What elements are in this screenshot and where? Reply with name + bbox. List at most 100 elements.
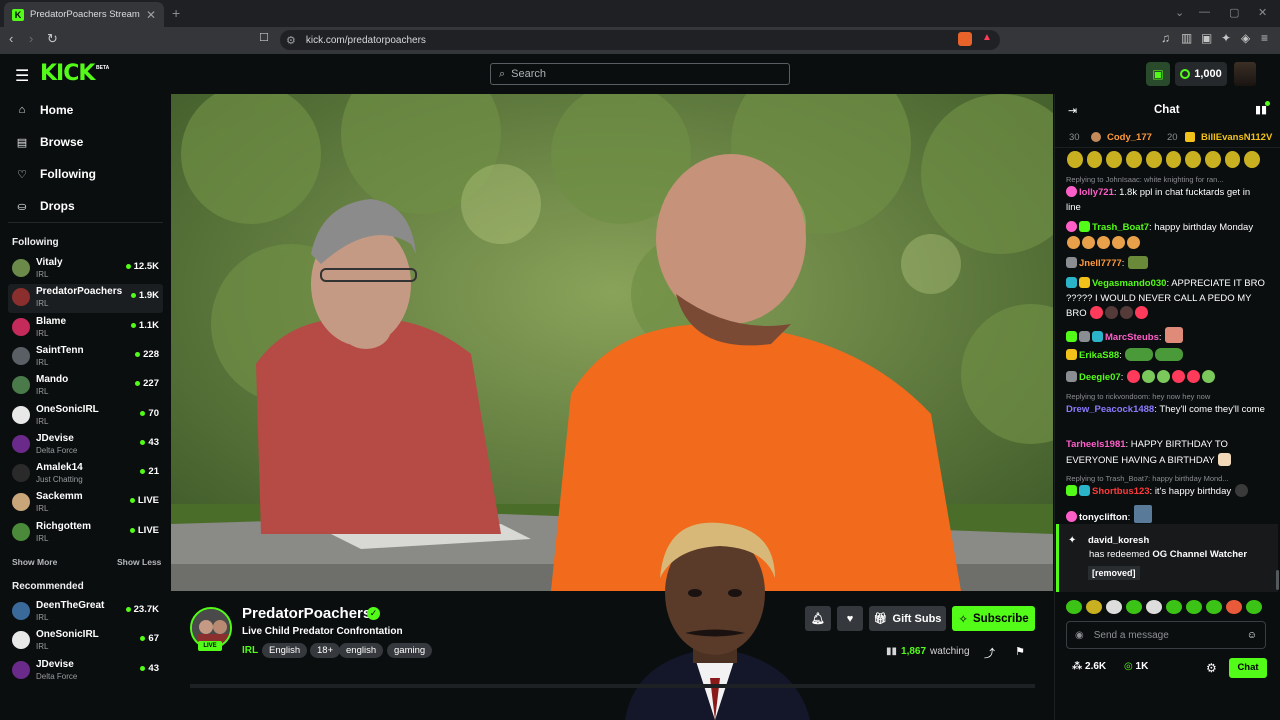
chat-username[interactable]: ErikaS88 [1079, 350, 1119, 361]
channel-item[interactable]: Sackemm IRL LIVE [8, 489, 163, 518]
emote-icon [1224, 151, 1241, 168]
chat-username[interactable]: Shortbus123 [1092, 486, 1150, 497]
user-avatar[interactable] [1234, 62, 1256, 86]
chat-input[interactable]: ◉ Send a message ☺ [1066, 621, 1266, 649]
channel-item[interactable]: OneSonicIRL IRL 70 [8, 402, 163, 431]
quick-emote-icon[interactable] [1166, 600, 1182, 614]
nav-browse[interactable]: ▤ Browse [16, 135, 84, 149]
tag-english-lower[interactable]: english [339, 643, 384, 658]
chat-username[interactable]: lolly721 [1079, 187, 1114, 198]
emoji-picker-icon[interactable]: ☺ [1247, 630, 1257, 641]
viewer-count: ▮▮ 1,867 watching [886, 646, 970, 657]
quick-emote-icon[interactable] [1186, 600, 1202, 614]
quick-emote-icon[interactable] [1106, 600, 1122, 614]
chat-settings-icon[interactable]: ⚙ [1206, 661, 1217, 675]
kick-logo[interactable]: KICK [40, 61, 95, 86]
quick-emote-icon[interactable] [1086, 600, 1102, 614]
nav-following[interactable]: ♡ Following [16, 167, 96, 181]
category-link[interactable]: IRL [242, 645, 258, 656]
follow-button[interactable]: ♥ [837, 606, 863, 631]
reload-icon[interactable]: ↻ [47, 31, 58, 47]
redeem-username[interactable]: david_koresh [1088, 535, 1149, 546]
channel-item[interactable]: DeenTheGreat IRL 23.7K [8, 598, 163, 627]
media-icon[interactable]: ♫ [1161, 31, 1170, 45]
brave-shield-icon[interactable] [958, 32, 972, 46]
channel-viewers: LIVE [129, 525, 159, 536]
sidebar-toggle-icon[interactable]: ▥ [1181, 31, 1192, 45]
bookmark-icon[interactable]: ☐ [259, 31, 269, 44]
channel-item[interactable]: JDevise Delta Force 43 [8, 657, 163, 686]
chat-username[interactable]: Jnell7777 [1079, 258, 1122, 269]
chat-username[interactable]: tonyclifton [1079, 512, 1128, 523]
leader-name-2[interactable]: BillEvansN112V [1201, 132, 1272, 143]
quick-emote-icon[interactable] [1146, 600, 1162, 614]
video-player[interactable] [171, 94, 1053, 591]
quick-emote-icon[interactable] [1066, 600, 1082, 614]
chat-username[interactable]: Deegie07 [1079, 372, 1121, 383]
channel-category: IRL [36, 504, 49, 514]
collapse-chat-icon[interactable]: ⇥ [1068, 104, 1077, 117]
chat-username[interactable]: Vegasmando030 [1092, 278, 1166, 289]
streamer-name[interactable]: PredatorPoachers [242, 605, 371, 622]
tag-18plus[interactable]: 18+ [310, 643, 341, 658]
channel-item[interactable]: JDevise Delta Force 43 [8, 431, 163, 460]
search-input[interactable]: ⌕ Search [490, 63, 790, 85]
report-icon[interactable]: ⚑ [1015, 645, 1025, 658]
chat-scrollbar[interactable] [1276, 570, 1279, 590]
reply-context: Replying to Trash_Boat7: happy birthday … [1066, 474, 1229, 483]
close-window-icon[interactable]: ✕ [1258, 6, 1267, 19]
share-icon[interactable]: ⤴ [984, 645, 995, 661]
leo-ai-icon[interactable]: ✦ [1221, 31, 1231, 45]
chat-username[interactable]: Tarheels1981 [1066, 439, 1126, 450]
stream-title: Live Child Predator Confrontation [242, 626, 403, 637]
quick-emote-icon[interactable] [1246, 600, 1262, 614]
nav-home[interactable]: ⌂ Home [16, 103, 74, 117]
address-bar[interactable]: ⚙ kick.com/predatorpoachers [280, 30, 1000, 50]
gift-leaderboard: 30 Cody_177 20 BillEvansN112V [1055, 128, 1280, 148]
quick-emote-icon[interactable] [1226, 600, 1242, 614]
menu-icon[interactable]: ≡ [1261, 31, 1268, 45]
chat-username[interactable]: Drew_Peacock1488 [1066, 404, 1154, 415]
subscribe-button[interactable]: ✧ Subscribe [952, 606, 1035, 631]
channel-item[interactable]: Vitaly IRL 12.5K [8, 255, 163, 284]
browser-tab[interactable]: K PredatorPoachers Stream - W ✕ [4, 2, 164, 27]
chat-send-button[interactable]: Chat [1229, 658, 1267, 678]
channel-item[interactable]: Mando IRL 227 [8, 372, 163, 401]
chat-username[interactable]: MarcSteubs [1105, 332, 1159, 343]
channel-item[interactable]: OneSonicIRL IRL 67 [8, 627, 163, 656]
minimize-icon[interactable]: — [1199, 6, 1210, 18]
channel-item[interactable]: Blame IRL 1.1K [8, 314, 163, 343]
site-info-icon[interactable]: ⚙ [286, 34, 296, 47]
channel-category: IRL [36, 613, 49, 622]
wallet-icon[interactable]: ▣ [1201, 31, 1212, 45]
vpn-icon[interactable]: ◈ [1241, 31, 1250, 45]
quick-emote-icon[interactable] [1126, 600, 1142, 614]
gift-subs-button[interactable]: 🎁︎ Gift Subs [869, 606, 946, 631]
chat-username[interactable]: Trash_Boat7 [1092, 222, 1149, 233]
channel-item[interactable]: Richgottem IRL LIVE [8, 519, 163, 548]
viewer-count: 23.7K [133, 604, 159, 615]
tab-search-icon[interactable]: ⌄ [1175, 6, 1184, 19]
channel-item[interactable]: Amalek14 Just Chatting 21 [8, 460, 163, 489]
tab-close-icon[interactable]: ✕ [146, 8, 156, 22]
leader-name[interactable]: Cody_177 [1107, 132, 1152, 143]
show-more-button[interactable]: Show More [12, 557, 57, 567]
reply-context: Replying to JohnIsaac: white knighting f… [1066, 175, 1224, 184]
forward-icon[interactable]: › [29, 31, 33, 46]
show-less-button[interactable]: Show Less [117, 557, 161, 567]
notify-button[interactable]: 🔔︎ [805, 606, 831, 631]
tag-english[interactable]: English [262, 643, 308, 658]
brave-rewards-icon[interactable]: ▲ [980, 32, 994, 46]
channel-name: JDevise [36, 432, 74, 444]
back-icon[interactable]: ‹ [9, 31, 13, 46]
hamburger-menu-icon[interactable]: ☰ [15, 66, 29, 86]
channel-item[interactable]: PredatorPoachers IRL 1.9K [8, 284, 163, 314]
maximize-icon[interactable]: ▢ [1229, 6, 1239, 19]
kick-rewards-button[interactable]: ▣ [1146, 62, 1170, 86]
channel-item[interactable]: SaintTenn IRL 228 [8, 343, 163, 372]
coins-button[interactable]: 1,000 [1175, 62, 1227, 86]
nav-drops[interactable]: ⛀ Drops [16, 199, 74, 213]
quick-emote-icon[interactable] [1206, 600, 1222, 614]
tag-gaming[interactable]: gaming [387, 643, 433, 658]
new-tab-icon[interactable]: + [172, 5, 180, 21]
